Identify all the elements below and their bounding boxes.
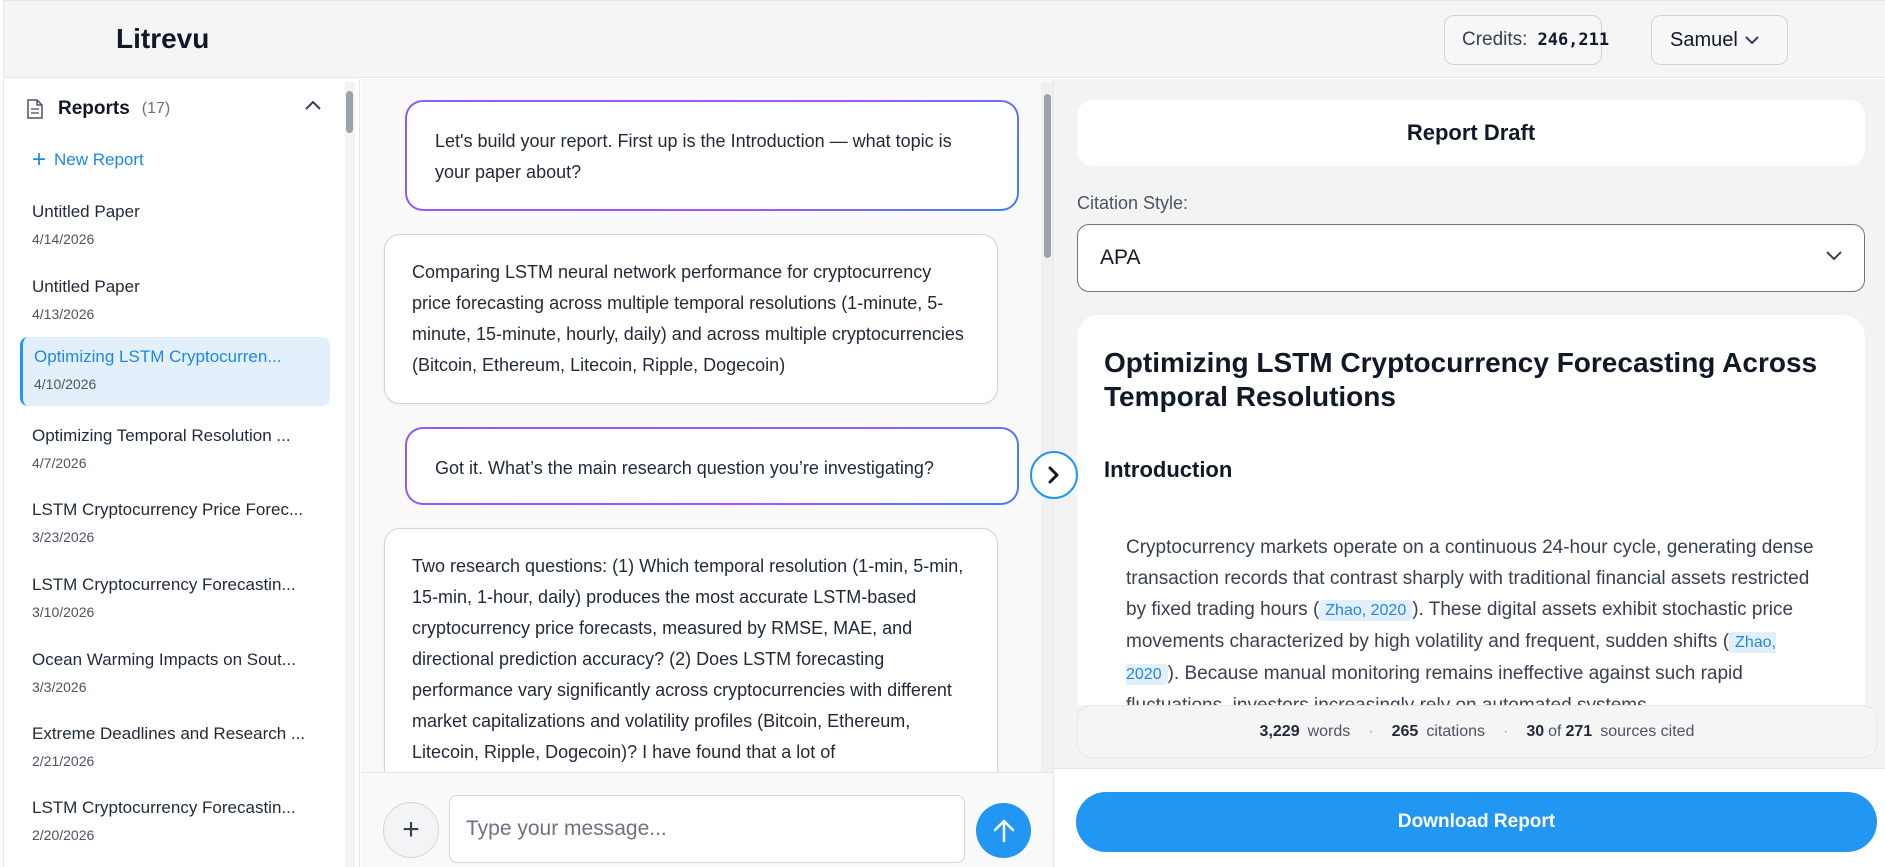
document-icon [27,99,43,119]
chat-scrollbar-thumb[interactable] [1044,94,1051,258]
toggle-panel-button[interactable] [1030,451,1078,499]
report-list-item[interactable]: LSTM Cryptocurrency Forecastin... 3/10/2… [20,565,330,634]
section-body: Cryptocurrency markets operate on a cont… [1126,532,1826,705]
credits-value: 246,211 [1537,30,1610,50]
brand-logo[interactable]: Litrevu [116,23,209,55]
message-input[interactable] [449,795,965,863]
report-list-item[interactable]: Extreme Deadlines and Research ... 2/21/… [20,714,330,783]
report-title: Ocean Warming Impacts on Sout... [32,650,296,669]
citation-count-label: citations [1426,722,1486,740]
report-list-item[interactable]: Ocean Warming Impacts on Sout... 3/3/202… [20,640,330,709]
report-title: LSTM Cryptocurrency Price Forec... [32,500,304,519]
report-list-item[interactable]: LSTM Cryptocurrency Forecastin... 2/20/2… [20,788,330,857]
report-title: Optimizing LSTM Cryptocurren... [34,347,282,366]
report-date: 4/13/2026 [32,306,95,322]
send-button[interactable] [976,803,1031,858]
separator: · [1368,722,1374,740]
assistant-message: Got it. What’s the main research questio… [405,427,1019,505]
report-list-item[interactable]: LSTM Cryptocurrency Price Forec... 3/23/… [20,490,330,559]
sidebar-scrollbar-thumb[interactable] [346,91,353,133]
report-list-item[interactable]: Untitled Paper 4/14/2026 [20,192,330,261]
report-date: 2/21/2026 [32,753,95,769]
plus-icon: + [32,146,47,173]
reports-count: (17) [141,100,171,117]
report-list-item[interactable]: Optimizing Temporal Resolution ... 4/7/2… [20,416,330,485]
report-date: 3/23/2026 [32,529,95,545]
separator: · [1503,722,1509,740]
section-heading: Introduction [1104,457,1233,482]
report-document: Optimizing LSTM Cryptocurrency Forecasti… [1077,315,1865,705]
assistant-message: Let's build your report. First up is the… [405,100,1019,211]
report-title: LSTM Cryptocurrency Forecastin... [32,575,296,594]
report-title: Extreme Deadlines and Research ... [32,724,306,743]
body-text: ). Because manual monitoring remains ine… [1126,663,1743,705]
report-title: Optimizing Temporal Resolution ... [32,426,291,445]
citation-style-label: Citation Style: [1077,193,1189,213]
user-menu-button[interactable]: Samuel [1651,15,1788,65]
chevron-down-icon [1826,251,1842,261]
user-name: Samuel [1670,28,1738,51]
citation-style-value: APA [1100,246,1141,269]
citation-count: 265 [1391,722,1419,740]
report-date: 3/3/2026 [32,679,87,695]
report-stats: 3,229 words · 265 citations · 30 of 271 … [1077,705,1877,758]
reports-section-header[interactable]: Reports (17) [26,98,170,120]
word-count-label: words [1307,722,1351,740]
report-list-item-active[interactable]: Optimizing LSTM Cryptocurren... 4/10/202… [20,337,330,406]
report-date: 2/20/2026 [32,827,95,843]
sources-cited-count: 30 [1526,722,1545,740]
report-title: Untitled Paper [32,202,140,221]
report-title: Optimizing LSTM Cryptocurrency Forecasti… [1104,347,1818,412]
report-date: 4/10/2026 [34,376,97,392]
chevron-right-icon [1048,466,1059,484]
plus-icon: + [402,813,420,846]
report-title: LSTM Cryptocurrency Forecastin... [32,798,296,817]
new-report-label: New Report [54,150,144,169]
word-count: 3,229 [1259,722,1300,740]
user-message: Comparing LSTM neural network performanc… [384,234,998,404]
citation-chip[interactable]: Zhao, 2020 [1319,600,1413,621]
download-report-button[interactable]: Download Report [1076,792,1877,852]
report-date: 3/10/2026 [32,604,95,620]
report-draft-header: Report Draft [1077,100,1865,166]
report-date: 4/14/2026 [32,231,95,247]
credits-badge[interactable]: Credits: 246,211 [1444,15,1609,65]
chevron-up-icon[interactable] [305,100,321,110]
sources-total: 271 [1565,722,1593,740]
report-date: 4/7/2026 [32,455,87,471]
chevron-down-icon [1745,36,1759,45]
sources-label: sources cited [1600,722,1695,740]
report-title: Untitled Paper [32,277,140,296]
report-list-item[interactable]: Untitled Paper 4/13/2026 [20,267,330,336]
citation-style-select[interactable]: APA [1077,224,1865,292]
attach-button[interactable]: + [383,802,439,858]
of-label: of [1548,722,1562,740]
reports-title: Reports [58,98,130,119]
new-report-button[interactable]: + New Report [32,148,144,172]
credits-label: Credits: [1462,29,1528,50]
sidebar-scrollbar[interactable] [345,82,355,867]
arrow-up-icon [993,819,1014,842]
